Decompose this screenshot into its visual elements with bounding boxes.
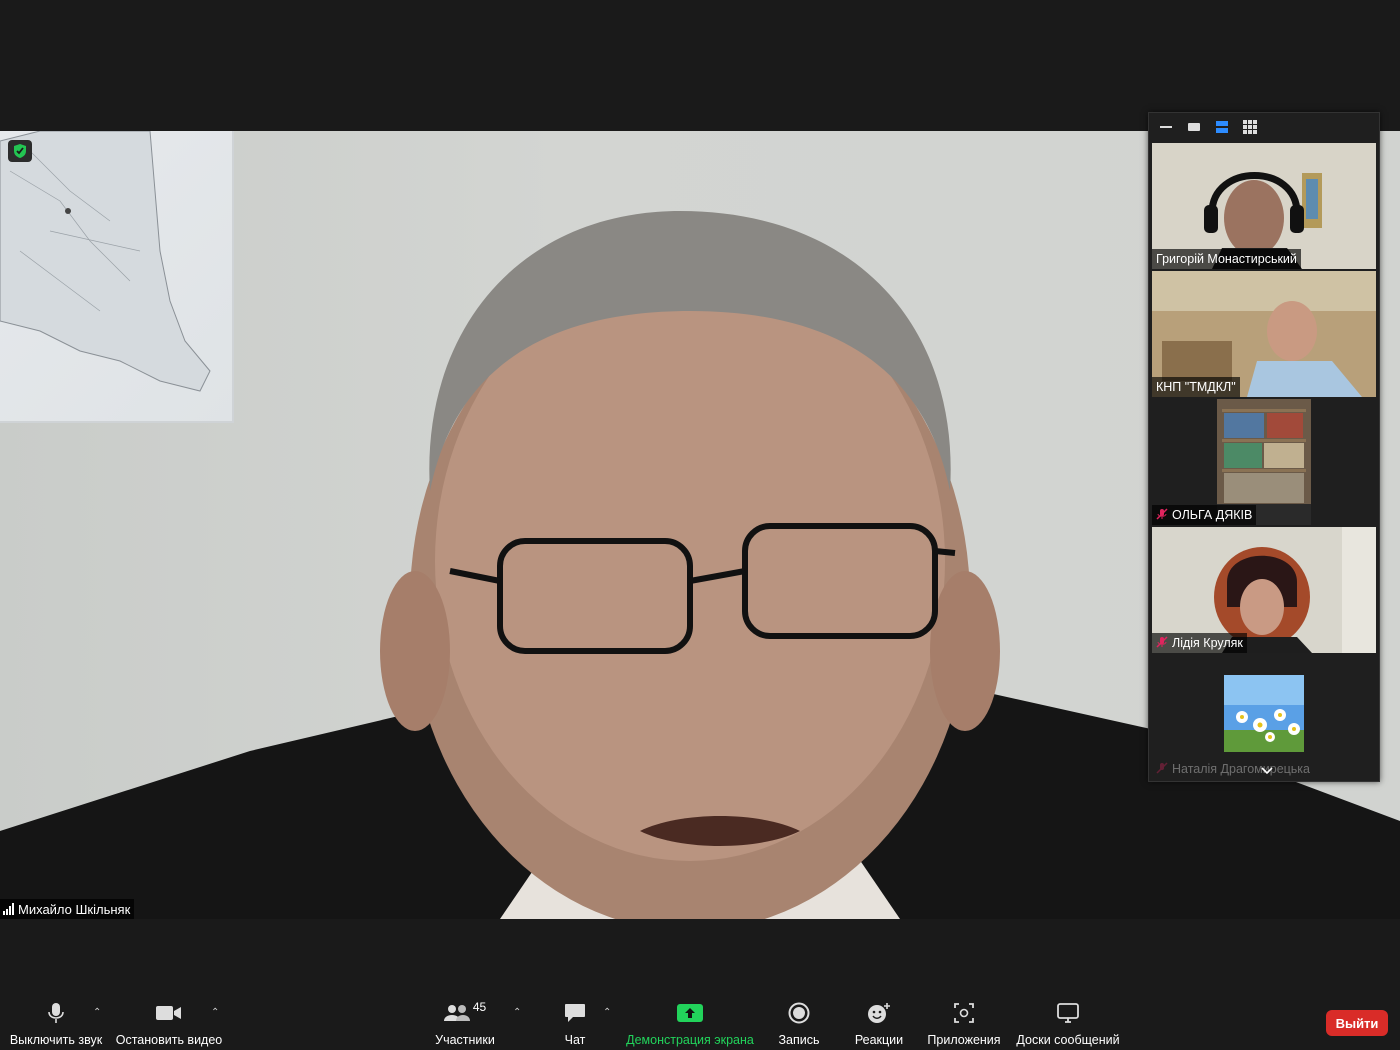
strip-view-icon[interactable] bbox=[1211, 116, 1233, 138]
encryption-shield-icon[interactable] bbox=[8, 140, 32, 162]
participant-name: Григорій Монастирський bbox=[1156, 252, 1297, 266]
participant-tile[interactable]: Наталія Драгомирецька bbox=[1152, 655, 1376, 779]
mic-muted-icon bbox=[1156, 507, 1168, 523]
leave-meeting-button[interactable]: Выйти bbox=[1326, 1010, 1388, 1036]
record-button[interactable]: Запись bbox=[772, 995, 826, 1047]
stop-video-label: Остановить видео bbox=[115, 1033, 223, 1047]
participant-tile[interactable]: Лідія Круляк bbox=[1152, 527, 1376, 653]
participant-name-tag: Лідія Круляк bbox=[1152, 633, 1247, 653]
participants-button[interactable]: 45 Участники bbox=[430, 995, 500, 1047]
participant-name: КНП "ТМДКЛ" bbox=[1156, 380, 1236, 394]
whiteboards-label: Доски сообщений bbox=[1016, 1033, 1120, 1047]
apps-icon bbox=[954, 999, 974, 1027]
mute-label: Выключить звук bbox=[9, 1033, 103, 1047]
whiteboards-button[interactable]: Доски сообщений bbox=[1014, 995, 1122, 1047]
participant-name-tag: КНП "ТМДКЛ" bbox=[1152, 377, 1240, 397]
gallery-view-icon[interactable] bbox=[1239, 116, 1261, 138]
reactions-label: Реакции bbox=[854, 1033, 904, 1047]
chat-bubble-icon bbox=[564, 999, 586, 1027]
chevron-down-icon[interactable] bbox=[1260, 763, 1274, 775]
minimize-icon[interactable] bbox=[1155, 116, 1177, 138]
mute-button[interactable]: Выключить звук bbox=[8, 995, 104, 1047]
chat-options-chevron-icon[interactable]: ⌃ bbox=[603, 1007, 611, 1018]
participants-label: Участники bbox=[435, 1033, 495, 1047]
chat-button[interactable]: Чат bbox=[555, 995, 595, 1047]
share-screen-icon bbox=[677, 999, 703, 1027]
participant-name: ОЛЬГА ДЯКІВ bbox=[1172, 508, 1253, 522]
mic-muted-icon bbox=[1156, 761, 1168, 777]
participant-name-tag: Наталія Драгомирецька bbox=[1152, 759, 1314, 779]
participant-tile[interactable]: КНП "ТМДКЛ" bbox=[1152, 271, 1376, 397]
gallery-layout-toolbar bbox=[1149, 113, 1379, 141]
video-camera-icon bbox=[156, 999, 182, 1027]
meeting-controls-toolbar: Выключить звук ⌃ Остановить видео ⌃ 45 У… bbox=[0, 995, 1400, 1050]
whiteboard-icon bbox=[1057, 999, 1079, 1027]
participant-name: Наталія Драгомирецька bbox=[1172, 762, 1311, 776]
participant-name-tag: ОЛЬГА ДЯКІВ bbox=[1152, 505, 1257, 525]
share-screen-label: Демонстрация экрана bbox=[626, 1033, 754, 1047]
participant-tile[interactable]: Григорій Монастирський bbox=[1152, 143, 1376, 269]
audio-options-chevron-icon[interactable]: ⌃ bbox=[93, 1007, 101, 1018]
video-options-chevron-icon[interactable]: ⌃ bbox=[211, 1007, 219, 1018]
reactions-button[interactable]: Реакции bbox=[851, 995, 907, 1047]
stop-video-button[interactable]: Остановить видео bbox=[116, 995, 222, 1047]
record-icon bbox=[788, 999, 810, 1027]
signal-strength-icon bbox=[3, 903, 14, 915]
chat-label: Чат bbox=[564, 1033, 586, 1047]
participants-options-chevron-icon[interactable]: ⌃ bbox=[513, 1007, 521, 1018]
participants-count: 45 bbox=[472, 1000, 487, 1014]
mic-muted-icon bbox=[1156, 635, 1168, 651]
speaker-view-icon[interactable] bbox=[1183, 116, 1205, 138]
participant-name: Лідія Круляк bbox=[1172, 636, 1243, 650]
participants-icon: 45 bbox=[443, 999, 487, 1027]
apps-label: Приложения bbox=[927, 1033, 1001, 1047]
microphone-icon bbox=[48, 999, 64, 1027]
apps-button[interactable]: Приложения bbox=[924, 995, 1004, 1047]
record-label: Запись bbox=[778, 1033, 820, 1047]
emoji-reaction-icon bbox=[867, 999, 891, 1027]
participant-tile[interactable]: ОЛЬГА ДЯКІВ bbox=[1152, 399, 1376, 525]
share-screen-button[interactable]: Демонстрация экрана bbox=[626, 995, 754, 1047]
gallery-panel: Григорій Монастирський КНП "ТМДКЛ" ОЛЬГА… bbox=[1148, 112, 1380, 782]
main-speaker-name: Михайло Шкільняк bbox=[18, 901, 131, 917]
participant-name-tag: Григорій Монастирський bbox=[1152, 249, 1301, 269]
main-speaker-name-tag: Михайло Шкільняк bbox=[0, 899, 135, 919]
